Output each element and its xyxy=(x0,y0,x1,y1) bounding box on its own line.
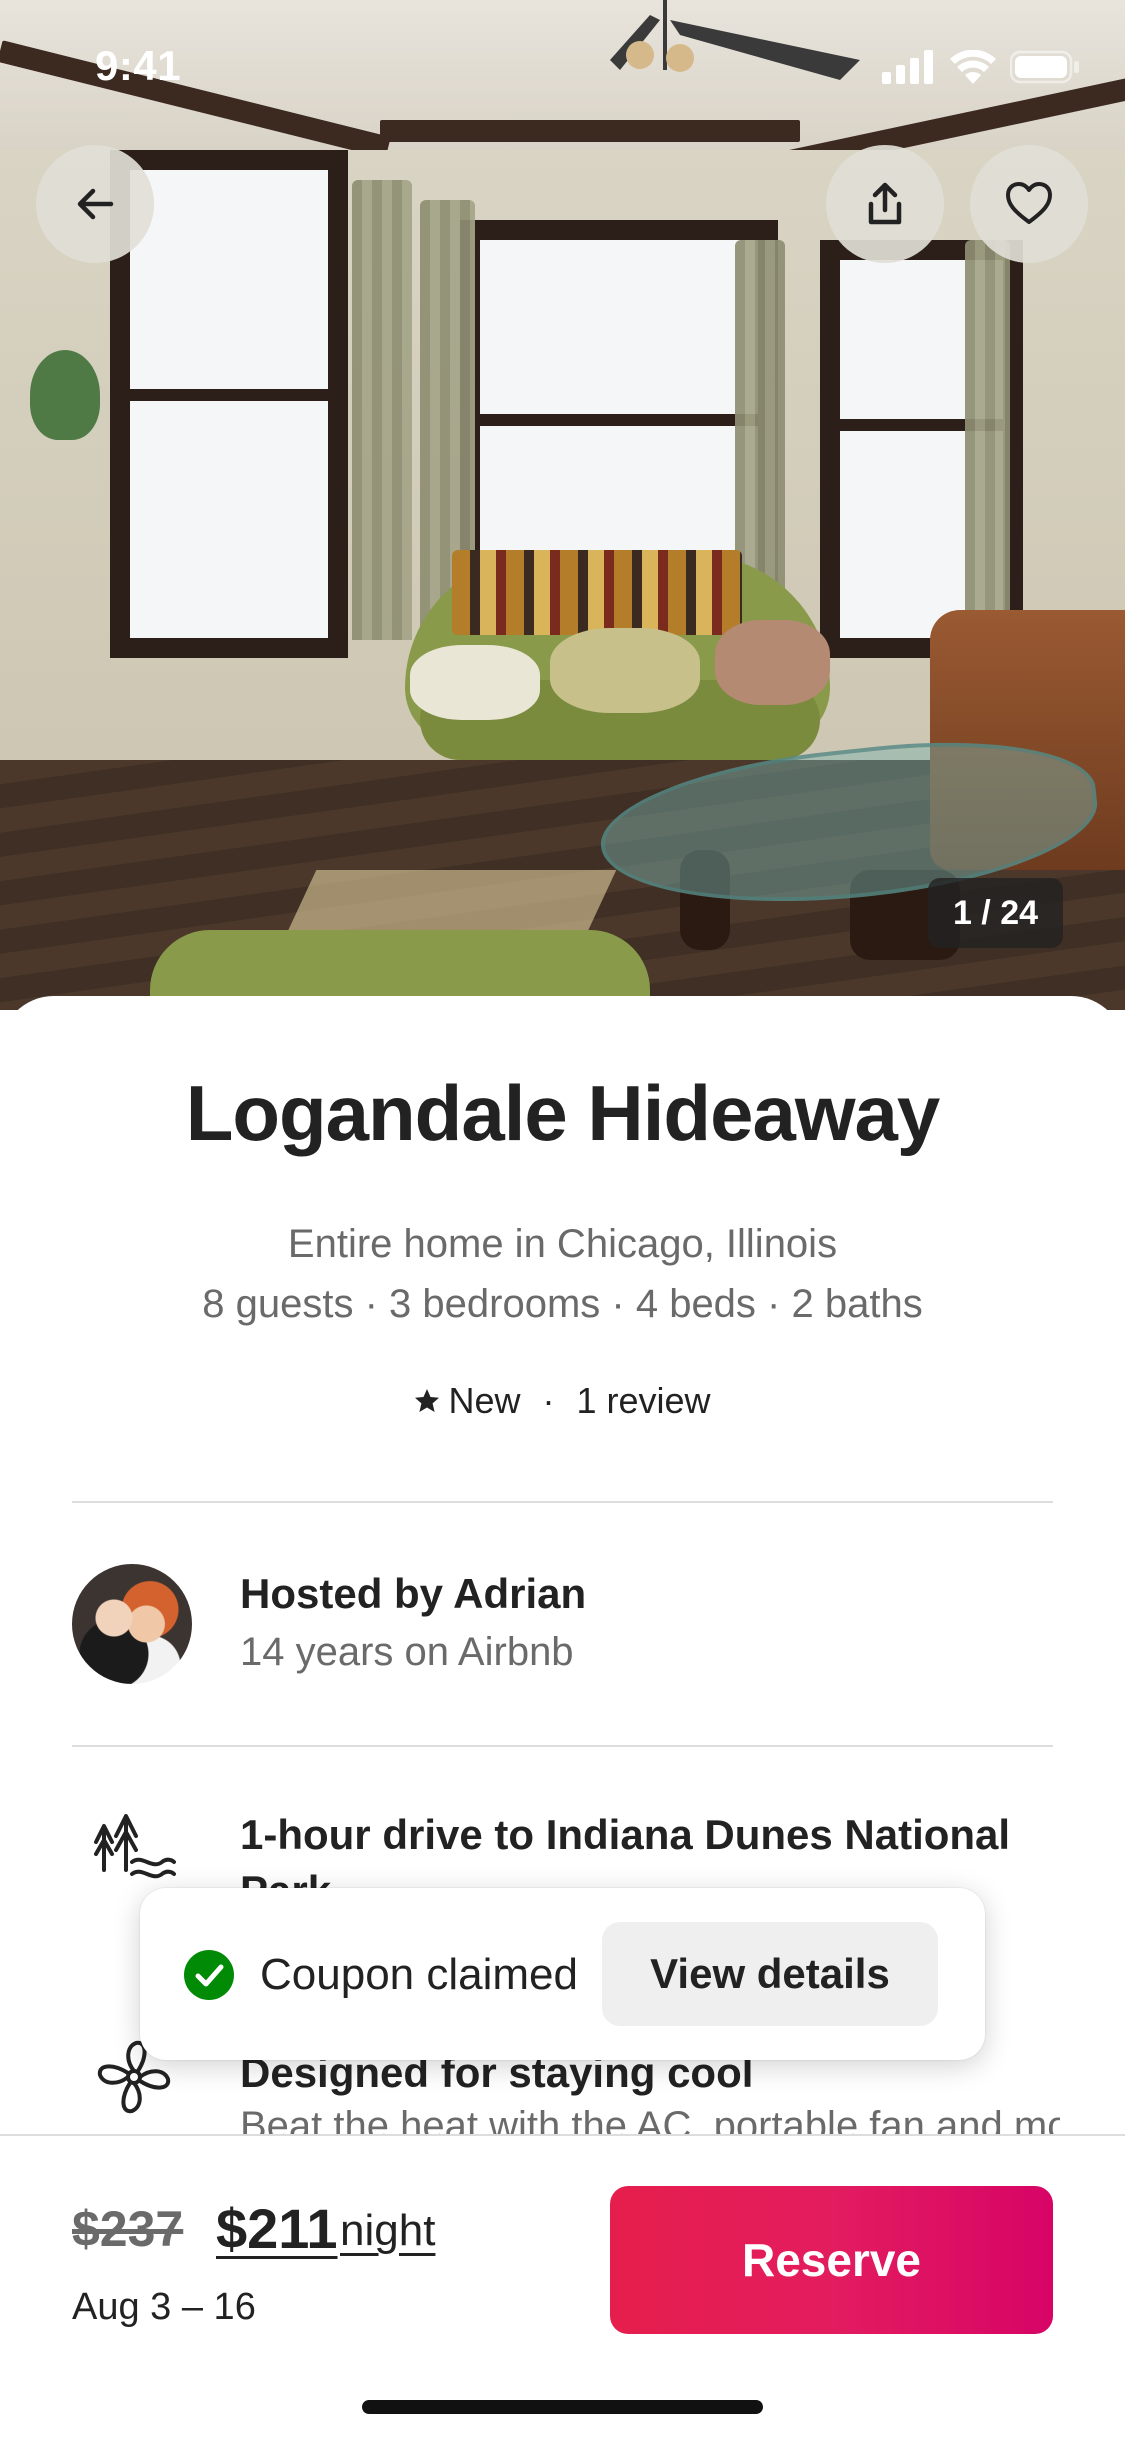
back-button[interactable] xyxy=(36,145,154,263)
feature-title: 1-hour drive to Indiana Dunes National P… xyxy=(240,1811,1011,1858)
listing-title: Logandale Hideaway xyxy=(185,1069,941,1157)
stay-dates[interactable]: Aug 3 – 16 xyxy=(72,2286,256,2329)
arrow-left-icon xyxy=(77,188,114,220)
view-details-button[interactable]: View details xyxy=(602,1922,938,2026)
price-unit[interactable]: night xyxy=(340,2206,435,2256)
status-time: 9:41 xyxy=(95,42,182,89)
save-button[interactable] xyxy=(970,145,1088,263)
host-avatar[interactable] xyxy=(72,1564,192,1684)
photo-curtain xyxy=(965,240,1010,640)
nightly-price[interactable]: $211 xyxy=(216,2196,338,2261)
listing-rating[interactable]: New · 1 review xyxy=(0,1380,1125,1422)
original-price: $237 xyxy=(72,2201,184,2257)
star-icon xyxy=(415,1389,440,1412)
rating-separator: · xyxy=(542,1380,555,1421)
photo-plant xyxy=(30,350,100,440)
check-circle-icon xyxy=(184,1950,234,2000)
share-icon xyxy=(868,182,902,225)
listing-photo[interactable] xyxy=(0,0,1125,1010)
rating-label: New xyxy=(448,1380,521,1421)
cellular-signal-icon xyxy=(882,50,933,84)
wifi-icon xyxy=(950,50,996,84)
battery-icon xyxy=(1010,50,1079,84)
host-name: Hosted by Adrian xyxy=(240,1570,587,1617)
status-bar: 9:41 xyxy=(0,0,1125,140)
photo-pillow xyxy=(715,620,830,705)
share-button[interactable] xyxy=(826,145,944,263)
photo-pillow xyxy=(550,628,700,713)
photo-counter: 1 / 24 xyxy=(928,878,1063,948)
coupon-toast: Coupon claimed View details xyxy=(140,1888,985,2060)
trees-icon xyxy=(94,1814,176,1879)
feature-desc-clip: Beat the heat with the AC, portable fan … xyxy=(240,2104,1060,2134)
listing-type-location: Entire home in Chicago, Illinois xyxy=(287,1222,838,1266)
home-indicator xyxy=(362,2400,763,2414)
review-count: 1 review xyxy=(576,1380,711,1421)
feature-description: Beat the heat with the AC, portable fan … xyxy=(240,2104,1060,2134)
reserve-button[interactable]: Reserve xyxy=(610,2186,1053,2334)
heart-icon xyxy=(1006,182,1052,224)
divider xyxy=(72,1501,1053,1503)
photo-pillow xyxy=(410,645,540,720)
listing-capacity: 8 guests · 3 bedrooms · 4 beds · 2 baths xyxy=(202,1282,923,1326)
status-icons xyxy=(882,50,1080,84)
photo-curtain xyxy=(352,180,412,640)
divider xyxy=(72,1745,1053,1747)
host-tenure: 14 years on Airbnb xyxy=(240,1630,574,1674)
toast-message: Coupon claimed xyxy=(260,1950,578,1999)
photo-blanket xyxy=(452,550,742,635)
